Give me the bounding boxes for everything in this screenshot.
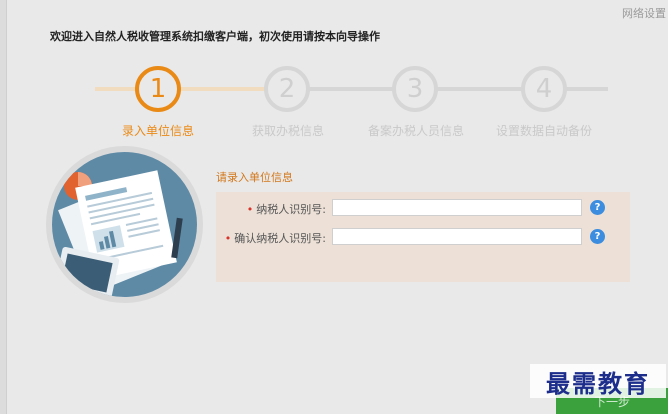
welcome-text: 欢迎进入自然人税收管理系统扣缴客户端，初次使用请按本向导操作	[50, 30, 380, 43]
step-2-circle: 2	[264, 66, 310, 112]
network-settings-link[interactable]: 网络设置	[622, 5, 666, 21]
taxpayer-id-label: • 纳税人识别号:	[216, 201, 326, 217]
step-1-circle: 1	[135, 66, 181, 112]
step-2-label: 获取办税信息	[251, 124, 324, 138]
confirm-id-label: • 确认纳税人识别号:	[216, 230, 326, 246]
step-4-label: 设置数据自动备份	[495, 124, 592, 138]
taxpayer-id-label-text: 纳税人识别号:	[256, 203, 326, 216]
step-4-circle: 4	[521, 66, 567, 112]
taxpayer-id-help-icon[interactable]: ?	[590, 200, 605, 215]
confirm-id-input[interactable]	[332, 228, 582, 245]
step-3-label: 备案办税人员信息	[367, 124, 464, 138]
documents-icon	[54, 170, 183, 297]
confirm-id-help-icon[interactable]: ?	[590, 229, 605, 244]
watermark-logo: 最需教育	[530, 364, 666, 398]
left-window-edge	[0, 0, 7, 414]
required-mark: •	[224, 232, 232, 245]
form-section-title: 请录入单位信息	[216, 171, 293, 184]
step-3-circle: 3	[392, 66, 438, 112]
step-1-label: 录入单位信息	[121, 124, 194, 138]
taxpayer-id-input[interactable]	[332, 199, 582, 216]
required-mark: •	[246, 203, 254, 216]
confirm-id-label-text: 确认纳税人识别号:	[234, 232, 326, 245]
documents-illustration	[46, 146, 203, 303]
